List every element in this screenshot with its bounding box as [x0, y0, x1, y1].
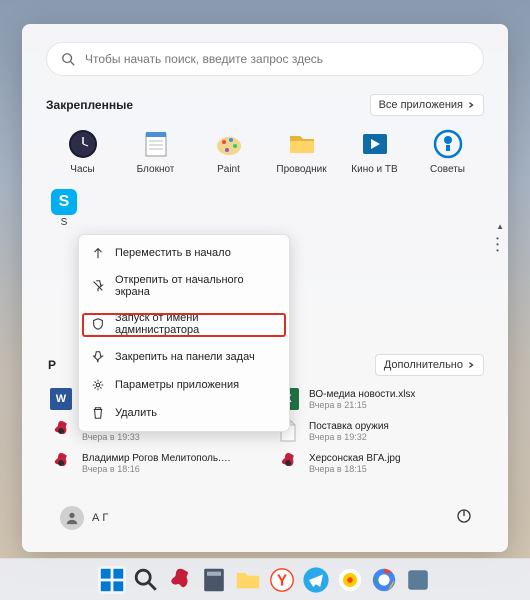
notepad-icon — [140, 128, 172, 160]
pinned-app-skype[interactable]: S S — [46, 189, 484, 228]
chevron-right-icon — [467, 361, 475, 369]
unpin-icon — [91, 279, 105, 293]
skype-icon: S — [51, 189, 77, 215]
yandex-icon: Y — [268, 566, 296, 594]
pinned-app-clock[interactable]: Часы — [46, 128, 119, 175]
pinned-app-notepad[interactable]: Блокнот — [119, 128, 192, 175]
recent-item[interactable]: Поставка оружияВчера в 19:32 — [275, 418, 484, 444]
image-icon — [48, 418, 74, 444]
svg-text:Y: Y — [277, 572, 288, 589]
chrome-icon — [370, 566, 398, 594]
all-apps-button[interactable]: Все приложения — [370, 94, 484, 116]
taskbar: Y — [0, 558, 530, 600]
pinned-header: Закрепленные Все приложения — [46, 94, 484, 116]
folder-icon — [286, 128, 318, 160]
tips-icon — [432, 128, 464, 160]
power-button[interactable] — [456, 508, 472, 529]
taskbar-chrome[interactable] — [370, 566, 398, 594]
recent-item[interactable]: Херсонская ВГА.jpgВчера в 18:15 — [275, 450, 484, 476]
pin-icon — [91, 350, 105, 364]
gear-icon — [91, 378, 105, 392]
ctx-app-settings[interactable]: Параметры приложения — [79, 371, 289, 399]
shield-icon — [91, 317, 105, 331]
taskbar-calculator[interactable] — [200, 566, 228, 594]
search-placeholder: Чтобы начать поиск, введите запрос здесь — [85, 52, 323, 66]
pinned-app-paint[interactable]: Paint — [192, 128, 265, 175]
search-box[interactable]: Чтобы начать поиск, введите запрос здесь — [46, 42, 484, 76]
pinned-app-explorer[interactable]: Проводник — [265, 128, 338, 175]
word-icon: W — [50, 388, 72, 410]
trash-icon — [91, 406, 105, 420]
avatar-icon — [60, 506, 84, 530]
windows-icon — [98, 566, 126, 594]
user-name: А Г — [92, 512, 108, 524]
taskbar-start-button[interactable] — [98, 566, 126, 594]
image-icon — [275, 450, 301, 476]
ctx-unpin-start[interactable]: Открепить от начального экрана — [79, 267, 289, 305]
clock-icon — [67, 128, 99, 160]
power-icon — [456, 508, 472, 524]
ctx-delete[interactable]: Удалить — [79, 399, 289, 427]
pinned-apps-row: Часы Блокнот Paint Проводник Кино и ТВ С… — [46, 128, 484, 175]
ctx-move-to-top[interactable]: Переместить в начало — [79, 239, 289, 267]
recent-item[interactable]: X ВО-медиа новости.xlsxВчера в 21:15 — [275, 386, 484, 412]
more-dots-icon[interactable]: ▲••• — [496, 225, 504, 253]
folder-icon — [234, 566, 262, 594]
search-icon — [132, 566, 160, 594]
pinned-app-movies[interactable]: Кино и ТВ — [338, 128, 411, 175]
taskbar-browser[interactable] — [336, 566, 364, 594]
pinned-app-tips[interactable]: Советы — [411, 128, 484, 175]
browser-icon — [336, 566, 364, 594]
paint-icon — [213, 128, 245, 160]
taskbar-app[interactable] — [166, 566, 194, 594]
taskbar-explorer[interactable] — [234, 566, 262, 594]
movies-icon — [359, 128, 391, 160]
chevron-right-icon — [467, 101, 475, 109]
pinned-title: Закрепленные — [46, 98, 133, 112]
more-button[interactable]: Дополнительно — [375, 354, 484, 376]
recommended-title: Р — [48, 358, 56, 372]
image-icon — [48, 450, 74, 476]
app-icon — [404, 566, 432, 594]
context-menu: Переместить в начало Открепить от началь… — [78, 234, 290, 432]
ctx-pin-taskbar[interactable]: Закрепить на панели задач — [79, 343, 289, 371]
arrow-up-icon — [91, 246, 105, 260]
taskbar-telegram[interactable] — [302, 566, 330, 594]
taskbar-yandex[interactable]: Y — [268, 566, 296, 594]
search-icon — [61, 52, 75, 66]
app-icon — [166, 566, 194, 594]
user-account-button[interactable]: А Г — [60, 506, 108, 530]
taskbar-search[interactable] — [132, 566, 160, 594]
calculator-icon — [200, 566, 228, 594]
taskbar-app2[interactable] — [404, 566, 432, 594]
ctx-run-admin[interactable]: Запуск от имени администратора — [79, 305, 289, 343]
recent-item[interactable]: Владимир Рогов Мелитополь.jpgВчера в 18:… — [48, 450, 257, 476]
telegram-icon — [302, 566, 330, 594]
